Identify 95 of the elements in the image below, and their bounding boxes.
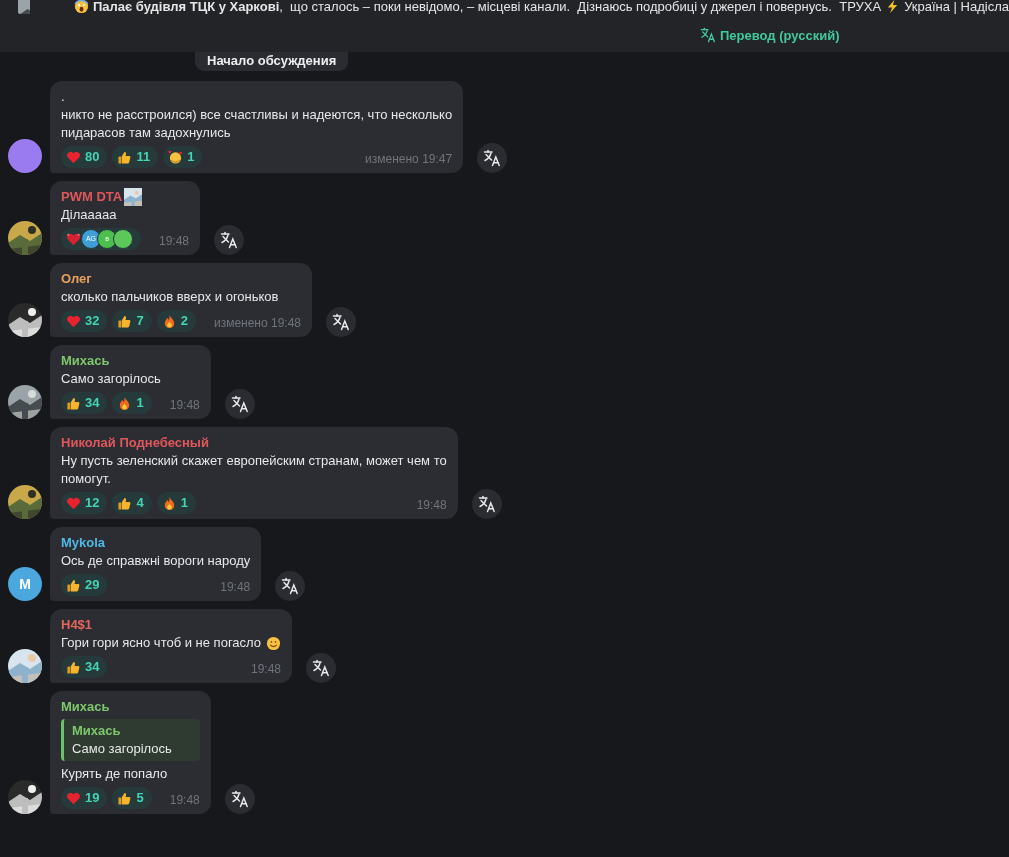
message-time: изменено 19:47 bbox=[365, 151, 453, 168]
translate-button[interactable] bbox=[306, 653, 337, 683]
message-time: 19:48 bbox=[169, 792, 200, 809]
message-text: . bbox=[61, 88, 65, 106]
reaction-count: 32 bbox=[85, 312, 100, 330]
reaction-chip[interactable]: 11 bbox=[112, 146, 159, 168]
translate-icon bbox=[700, 27, 716, 43]
sender-name[interactable]: Mykola bbox=[61, 534, 106, 552]
reaction-chip[interactable]: 1 bbox=[156, 492, 196, 514]
pinned-message-text: Україна | Надісла bbox=[904, 0, 1009, 14]
reply-text: Само загорілось bbox=[72, 740, 173, 758]
thumbs-up-icon bbox=[117, 149, 133, 165]
reaction-chip[interactable]: 19 bbox=[61, 787, 108, 809]
heart-icon bbox=[66, 495, 81, 511]
reaction-count: 5 bbox=[136, 789, 144, 807]
message-time: 19:48 bbox=[220, 579, 251, 596]
reaction-count: 7 bbox=[136, 312, 144, 330]
shocked-face-icon bbox=[73, 0, 89, 14]
reaction-count: 29 bbox=[85, 576, 100, 594]
translate-icon bbox=[281, 577, 300, 595]
reaction-chip[interactable]: 7 bbox=[112, 310, 152, 332]
translate-icon bbox=[312, 659, 331, 677]
translate-link[interactable]: Перевод (русский) bbox=[700, 27, 840, 43]
translate-icon bbox=[483, 149, 502, 167]
reaction-count: 11 bbox=[136, 148, 151, 166]
message-text: помогут. bbox=[61, 470, 111, 488]
translate-button[interactable] bbox=[224, 389, 255, 419]
translate-button[interactable] bbox=[224, 784, 255, 814]
message-time: изменено 19:48 bbox=[213, 315, 302, 332]
sender-name[interactable]: Михась bbox=[61, 352, 110, 370]
service-message: Начало обсуждения bbox=[195, 52, 349, 71]
translate-icon bbox=[477, 495, 496, 513]
translate-icon bbox=[332, 313, 351, 331]
reaction-count: 12 bbox=[85, 494, 100, 512]
thumbs-up-icon bbox=[117, 790, 133, 806]
reaction-count: 34 bbox=[85, 658, 100, 676]
message-text: Гори гори ясно чтоб и не погасло bbox=[61, 634, 262, 652]
sender-name[interactable]: Николай Поднебесный bbox=[61, 434, 209, 452]
reaction-chip[interactable]: 2 bbox=[156, 310, 196, 332]
thumbs-up-icon bbox=[66, 577, 81, 593]
translate-button[interactable] bbox=[471, 489, 502, 519]
message-text: Ну пусть зеленский скажет европейским странам, может чем то bbox=[61, 452, 447, 470]
reaction-count: 34 bbox=[85, 394, 100, 412]
sender-name[interactable]: Михась bbox=[61, 698, 110, 716]
translate-button[interactable] bbox=[326, 307, 357, 337]
sender-name[interactable]: Олег bbox=[61, 270, 92, 288]
reaction-chip[interactable]: 4 bbox=[112, 492, 152, 514]
heart-icon bbox=[66, 231, 81, 247]
thumbs-up-icon bbox=[117, 495, 133, 511]
sender-name[interactable]: H4$1 bbox=[61, 616, 93, 634]
message-time: 19:48 bbox=[416, 497, 447, 514]
message-text: Курять де попало bbox=[61, 765, 168, 783]
translate-icon bbox=[220, 231, 239, 249]
thumbs-up-icon bbox=[66, 659, 81, 675]
reaction-chip[interactable]: 5 bbox=[112, 787, 152, 809]
reaction-chip[interactable]: 80 bbox=[61, 146, 108, 168]
thumbs-up-icon bbox=[66, 395, 81, 411]
message-time: 19:48 bbox=[169, 397, 200, 414]
reply-quote[interactable]: Михась Само загорілось bbox=[61, 719, 200, 761]
pinned-message-text: Палає будівля ТЦК у Харкові, що сталось – поки невідомо, – місцеві канали. Дізнаюсь подробиці у джерел і повернусь. ТРУХА bbox=[92, 0, 882, 14]
reply-sender: Михась bbox=[72, 722, 122, 740]
sender-name[interactable]: PWM DTA bbox=[61, 188, 123, 206]
message-text: Само загорілось bbox=[61, 370, 161, 388]
reaction-chip[interactable]: 1 bbox=[163, 146, 203, 168]
reaction-chip[interactable]: 32 bbox=[61, 310, 108, 332]
reaction-count: 1 bbox=[136, 394, 144, 412]
reaction-chip[interactable]: 34 bbox=[61, 392, 108, 414]
message-text: сколько пальчиков вверх и огоньков bbox=[61, 288, 279, 306]
reaction-chip[interactable]: 29 bbox=[61, 574, 108, 596]
translate-icon bbox=[230, 395, 249, 413]
reaction-count: 80 bbox=[85, 148, 100, 166]
message-time: 19:48 bbox=[251, 661, 282, 678]
translate-button[interactable] bbox=[275, 571, 306, 601]
message-text: Ось де справжні вороги народу bbox=[61, 552, 251, 570]
thumbs-up-icon bbox=[117, 313, 133, 329]
message-text: никто не расстроился) все счастливы и надеются, что несколько bbox=[61, 106, 453, 124]
translate-icon bbox=[230, 790, 249, 808]
reaction-count: 19 bbox=[85, 789, 100, 807]
reaction-chip[interactable]: 34 bbox=[61, 656, 108, 678]
reaction-chip[interactable]: 1 bbox=[112, 392, 152, 414]
reaction-count: 2 bbox=[180, 312, 188, 330]
message-text: Ділааааа bbox=[61, 206, 117, 224]
message-time: 19:48 bbox=[159, 233, 190, 250]
message-text: пидарасов там задохнулись bbox=[61, 124, 231, 142]
translate-button[interactable] bbox=[214, 225, 245, 255]
avatar: M bbox=[8, 567, 42, 601]
reaction-count: 1 bbox=[180, 494, 188, 512]
reaction-chip[interactable]: 12 bbox=[61, 492, 108, 514]
heart-icon bbox=[66, 313, 81, 329]
reaction-count: 1 bbox=[187, 148, 195, 166]
heart-icon bbox=[66, 149, 81, 165]
translate-button[interactable] bbox=[477, 143, 508, 173]
heart-icon bbox=[66, 790, 81, 806]
reaction-count: 4 bbox=[136, 494, 144, 512]
smiling-face-icon bbox=[168, 149, 184, 165]
